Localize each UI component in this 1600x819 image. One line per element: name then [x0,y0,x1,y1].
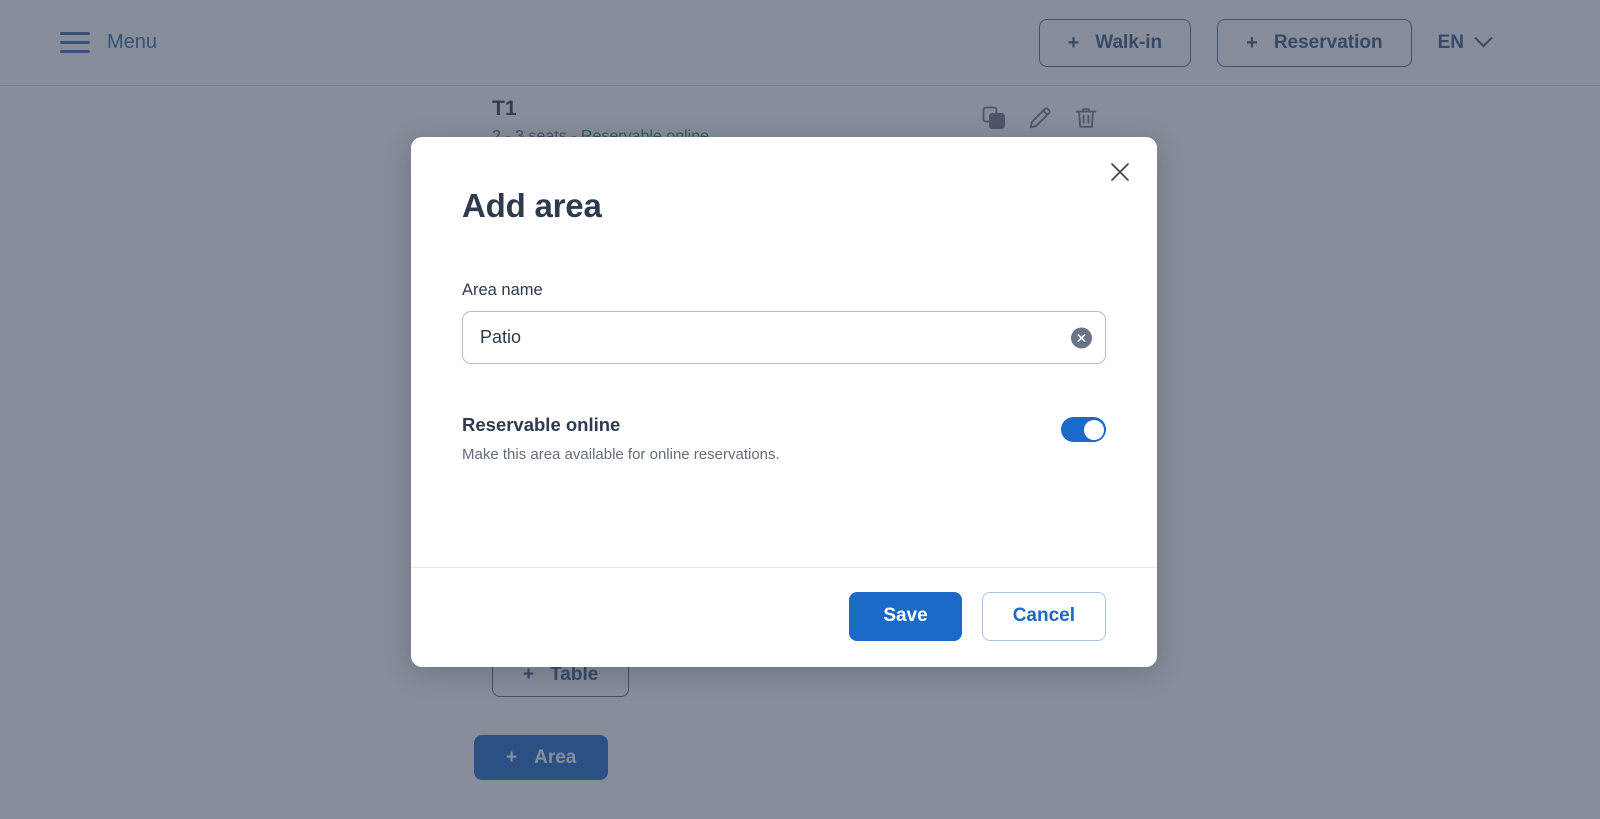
add-area-dialog: Add area Area name Reservable online Mak… [411,137,1157,667]
area-name-label: Area name [462,281,543,300]
reservable-online-row: Reservable online Make this area availab… [462,414,1106,463]
toggle-knob [1083,419,1104,440]
reservable-online-title: Reservable online [462,414,621,436]
cancel-button[interactable]: Cancel [981,592,1106,641]
area-name-input-wrap [462,311,1106,365]
reservable-online-text: Reservable online Make this area availab… [462,414,780,463]
dialog-footer: Save Cancel [411,567,1157,667]
area-name-field-group: Area name [462,281,1106,365]
save-button[interactable]: Save [849,592,962,641]
area-name-input[interactable] [462,311,1106,365]
clear-input-icon[interactable] [1071,327,1092,349]
close-icon[interactable] [1103,155,1137,189]
reservable-online-toggle[interactable] [1061,417,1106,443]
dialog-body: Add area Area name Reservable online Mak… [411,137,1157,567]
reservable-online-description: Make this area available for online rese… [462,446,780,464]
dialog-title: Add area [462,187,602,224]
